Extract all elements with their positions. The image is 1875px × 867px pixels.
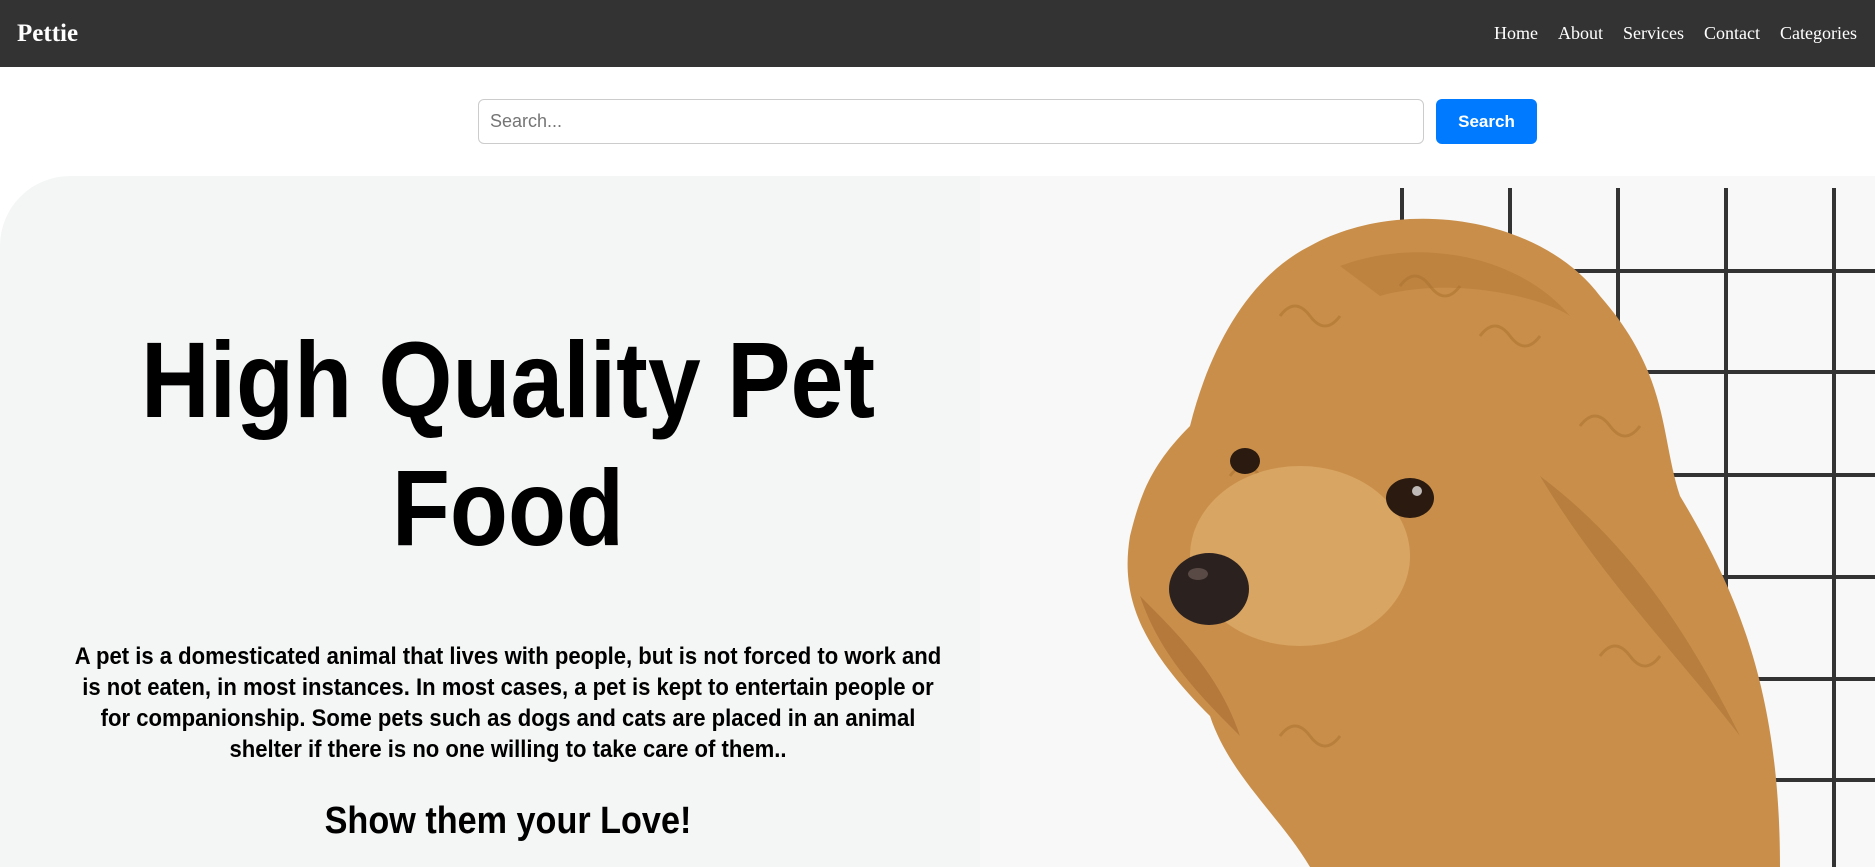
dog-nose — [1169, 553, 1249, 625]
hero-tagline: Show them your Love! — [324, 800, 692, 842]
search-bar: Search — [0, 99, 1875, 145]
search-button[interactable]: Search — [1436, 99, 1537, 144]
poodle-dog-image — [980, 176, 1875, 867]
navbar: Pettie Home About Services Contact Categ… — [0, 0, 1875, 67]
nav-link-contact[interactable]: Contact — [1704, 23, 1760, 44]
hero-section: High Quality Pet Food A pet is a domesti… — [0, 176, 1875, 867]
nav-link-about[interactable]: About — [1558, 23, 1603, 44]
search-input[interactable] — [478, 99, 1424, 144]
hero-description: A pet is a domesticated animal that live… — [74, 643, 942, 763]
dog-eye-right — [1386, 478, 1434, 518]
nav-link-home[interactable]: Home — [1494, 23, 1538, 44]
brand-logo[interactable]: Pettie — [17, 20, 78, 48]
nav-link-categories[interactable]: Categories — [1780, 23, 1857, 44]
nav-links: Home About Services Contact Categories — [1474, 23, 1857, 44]
dog-eye-left — [1230, 448, 1260, 474]
nav-link-services[interactable]: Services — [1623, 23, 1684, 44]
hero-title: High Quality Pet Food — [140, 319, 876, 568]
